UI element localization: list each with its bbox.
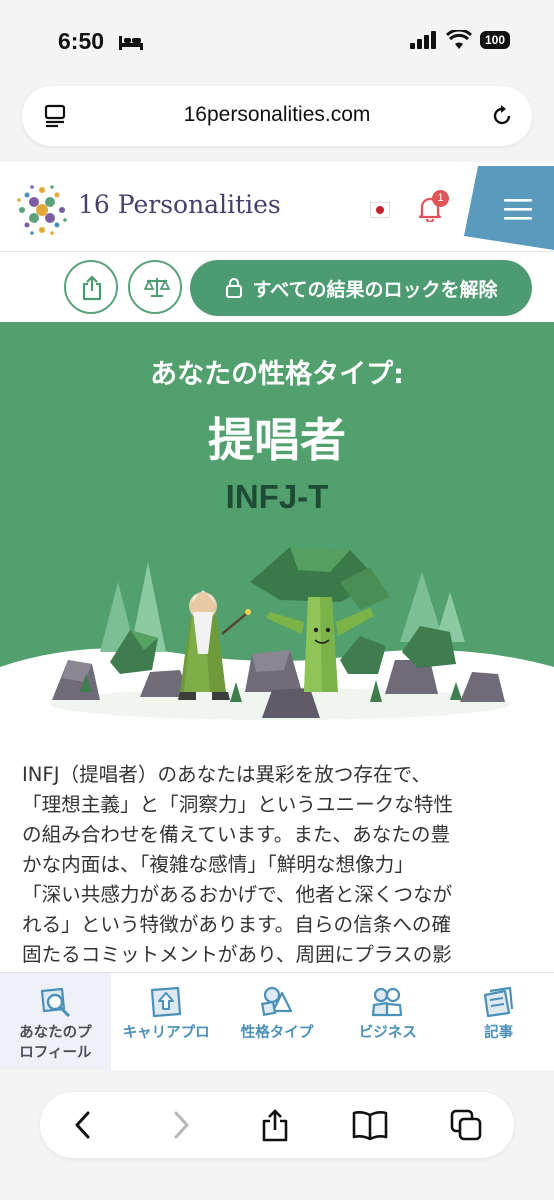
address-text[interactable]: 16personalities.com (22, 103, 532, 127)
people-icon (372, 987, 403, 1017)
unlock-label: すべての結果のロックを解除 (252, 278, 498, 301)
personality-type-name: 提唱者 (208, 413, 346, 467)
unlock-all-results-button[interactable]: すべての結果のロックを解除 (190, 260, 532, 316)
nav-label: ビジネス (358, 1025, 417, 1041)
signal-icon (409, 31, 436, 49)
nav-label: 性格タイプ (240, 1025, 314, 1041)
battery-indicator: 100 (479, 31, 510, 49)
nav-career[interactable]: キャリアプロ (111, 973, 222, 1071)
back-icon[interactable] (72, 1109, 94, 1141)
logo-icon[interactable] (14, 182, 70, 238)
bookmarks-icon[interactable] (352, 1109, 388, 1141)
logo-text[interactable]: 16 Personalities (78, 190, 281, 219)
japan-flag-icon[interactable] (370, 202, 390, 218)
share-sheet-icon[interactable] (260, 1109, 290, 1143)
hamburger-menu-icon[interactable] (504, 198, 532, 220)
profile-search-icon (40, 987, 71, 1018)
nav-label: あなたのプ ロフィール (19, 1025, 92, 1061)
compare-button[interactable] (128, 260, 182, 314)
description-line: かな内面は、「複雑な感情」「鮮明な想像力」 (22, 853, 414, 876)
share-icon (82, 275, 102, 301)
notification-badge: 1 (432, 190, 449, 207)
description-line: の組み合わせを備えています。また、あなたの豊 (22, 823, 451, 846)
status-time: 6:50 (58, 28, 105, 54)
wifi-icon (445, 30, 472, 49)
articles-icon (484, 986, 514, 1018)
description-line: 固たるコミットメントがあり、周囲にプラスの影 (22, 943, 452, 966)
personality-type-code: INFJ-T (225, 478, 329, 515)
share-button[interactable] (64, 260, 118, 314)
browser-toolbar-area (0, 1070, 554, 1200)
personality-hero: あなたの性格タイプ: 提唱者 INFJ-T (0, 322, 554, 722)
bottom-navigation: あなたのプ ロフィール キャリアプロ 性格タイプ ビジネス 記事 (0, 972, 554, 1071)
nav-personality-types[interactable]: 性格タイプ (222, 973, 333, 1071)
site-header: 16 Personalities 1 (0, 162, 554, 252)
hero-subtitle: あなたの性格タイプ: (150, 359, 404, 390)
status-bar: 6:50 100 (0, 0, 554, 82)
shapes-icon (260, 986, 292, 1017)
browser-toolbar (40, 1092, 514, 1158)
nav-label: キャリアプロ (122, 1025, 210, 1041)
scale-icon (144, 278, 170, 297)
type-description: INFJ（提唱者）のあなたは異彩を放つ存在で、 「理想主義」と「洞察力」というユ… (22, 760, 534, 970)
nav-label: 記事 (484, 1025, 514, 1041)
lock-icon (225, 278, 242, 298)
forward-icon[interactable] (170, 1109, 192, 1141)
description-line: 「理想主義」と「洞察力」というユニークな特性 (22, 793, 454, 816)
nav-articles[interactable]: 記事 (443, 973, 554, 1071)
career-icon (150, 986, 181, 1018)
description-line: INFJ（提唱者）のあなたは異彩を放つ存在で、 (22, 763, 431, 786)
advocate-illustration (50, 547, 510, 720)
browser-address-area: 16personalities.com (0, 82, 554, 162)
reload-icon[interactable] (490, 104, 514, 128)
nav-business[interactable]: ビジネス (332, 973, 443, 1071)
tabs-icon[interactable] (450, 1109, 482, 1141)
address-bar[interactable]: 16personalities.com (22, 86, 532, 146)
description-line: れる」という特徴があります。自らの信条への確 (22, 913, 452, 936)
description-line: 「深い共感力があるおかげで、他者と深くつなが (22, 883, 453, 906)
nav-your-profile[interactable]: あなたのプ ロフィール (0, 973, 111, 1071)
sleep-icon (119, 36, 143, 50)
action-row: すべての結果のロックを解除 (0, 252, 554, 322)
